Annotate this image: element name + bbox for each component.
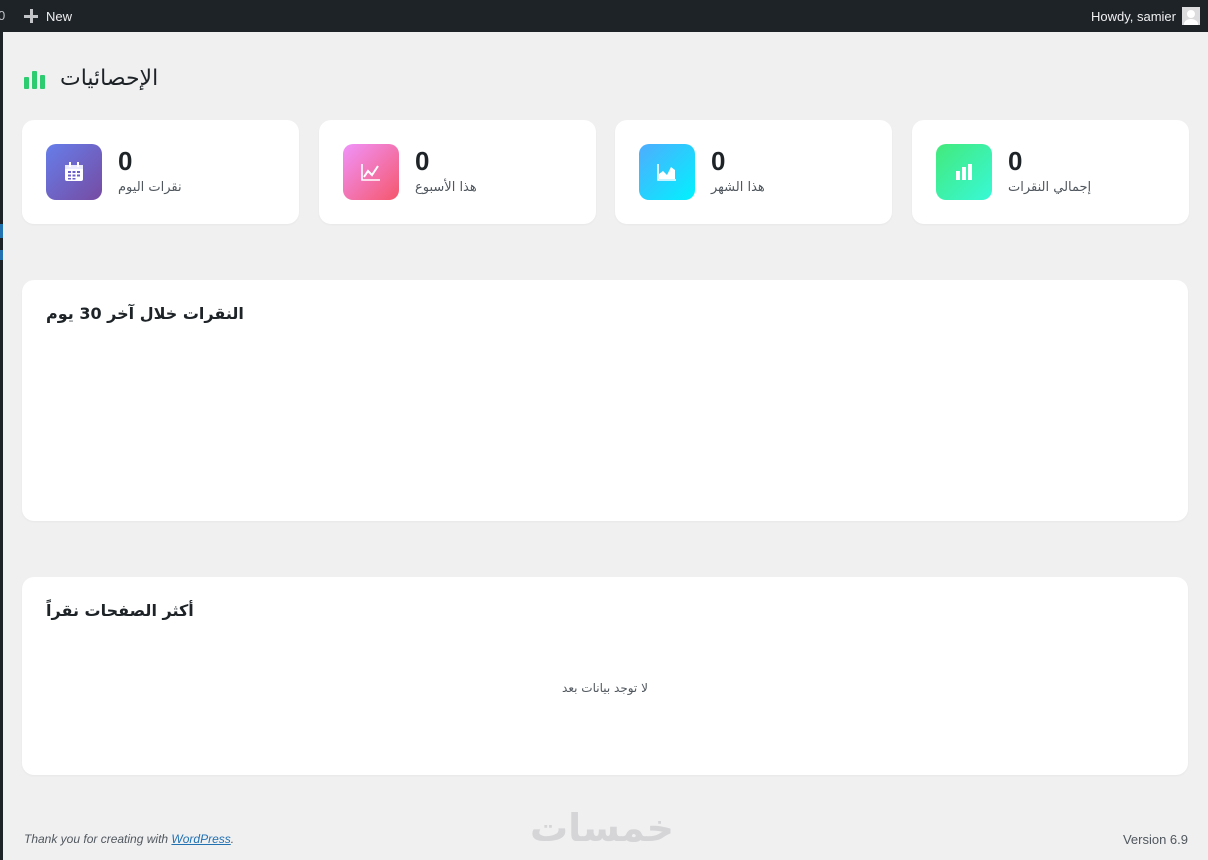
sidebar-active-marker (0, 250, 3, 260)
bar-chart-icon (24, 67, 48, 89)
clicks-chart-area (46, 340, 1164, 497)
wordpress-link[interactable]: WordPress (171, 832, 230, 846)
top-pages-title: أكثر الصفحات نقراً (46, 601, 194, 620)
footer-thanks-suffix: . (230, 832, 235, 846)
stat-label: نقرات اليوم (118, 180, 182, 195)
footer-thanks-text: Thank you for creating with (24, 832, 172, 846)
calendar-icon (46, 144, 102, 200)
watermark-logo: خمسات (530, 806, 674, 850)
new-content-label: New (46, 8, 73, 24)
stat-card-total: 0 إجمالي النقرات (912, 120, 1189, 224)
area-chart-icon (639, 144, 695, 200)
footer-version: Version 6.9 (1122, 832, 1188, 847)
plus-icon (24, 9, 38, 23)
page-title-text: الإحصائيات (60, 65, 159, 91)
admin-sidebar-edge (0, 32, 3, 860)
avatar (1182, 7, 1200, 25)
stat-label: إجمالي النقرات (1008, 180, 1092, 195)
empty-state-message: لا توجد بيانات بعد (562, 681, 648, 695)
clicks-chart-panel: النقرات خلال آخر 30 يوم (22, 280, 1188, 521)
page-title: الإحصائيات (24, 60, 158, 96)
stat-value: 0 (711, 146, 726, 176)
stat-label: هذا الشهر (711, 180, 765, 195)
footer-thanks: Thank you for creating with WordPress. (24, 832, 234, 846)
clicks-chart-title: النقرات خلال آخر 30 يوم (46, 304, 244, 323)
bar-chart-icon (936, 144, 992, 200)
sidebar-active-marker (0, 224, 3, 238)
stat-value: 0 (415, 146, 430, 176)
howdy-text: Howdy, samier (1090, 8, 1176, 24)
admin-bar-edge-digit: 0 (0, 8, 6, 23)
account-menu[interactable]: Howdy, samier (1091, 0, 1200, 32)
line-chart-icon (343, 144, 399, 200)
stat-label: هذا الأسبوع (415, 180, 477, 195)
admin-bar: 0 New Howdy, samier (0, 0, 1208, 32)
new-content-button[interactable]: New (24, 0, 72, 32)
stat-card-month: 0 هذا الشهر (615, 120, 892, 224)
top-pages-panel: أكثر الصفحات نقراً لا توجد بيانات بعد (22, 577, 1188, 775)
stat-card-week: 0 هذا الأسبوع (319, 120, 596, 224)
stat-value: 0 (1008, 146, 1023, 176)
stat-card-today: 0 نقرات اليوم (22, 120, 299, 224)
stat-value: 0 (118, 146, 133, 176)
